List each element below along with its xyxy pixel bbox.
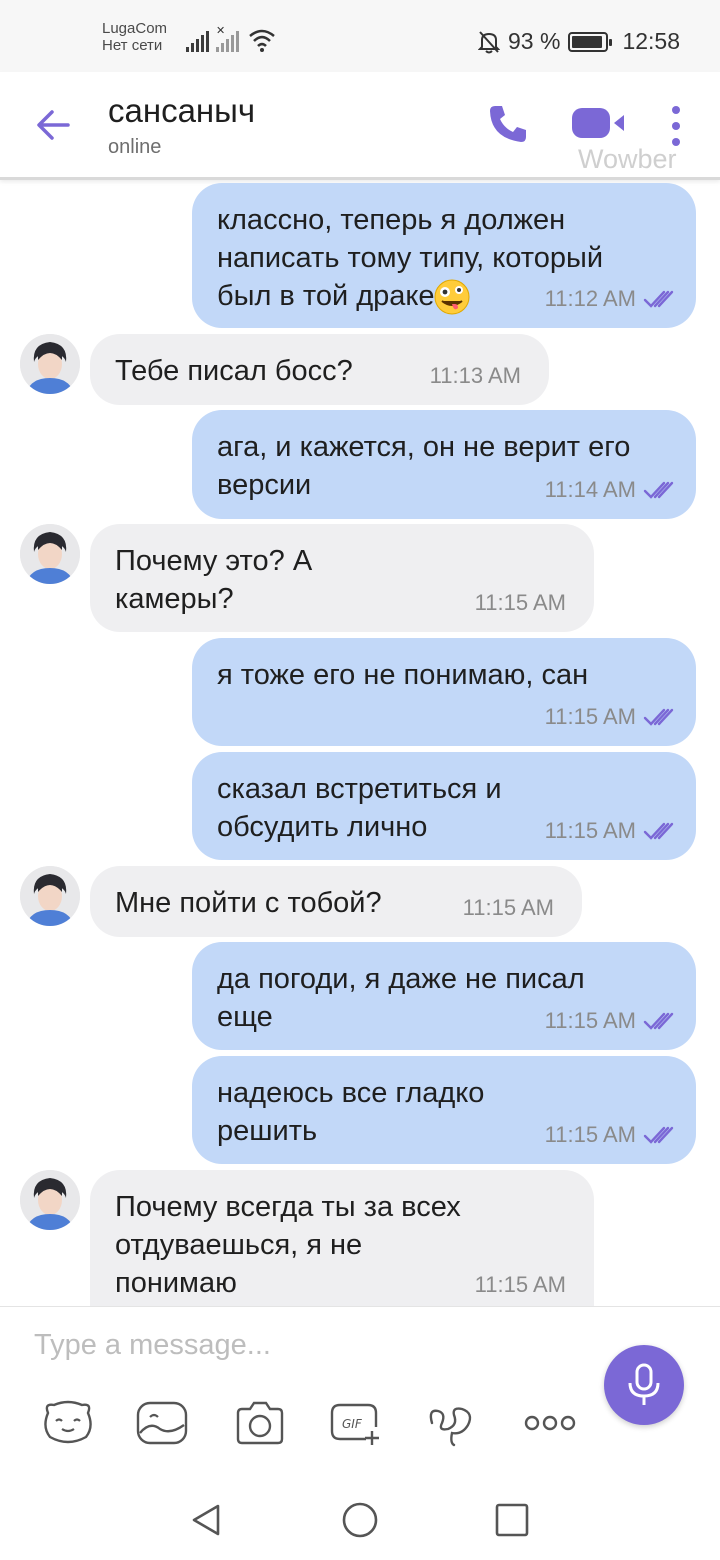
gallery-icon[interactable] <box>134 1399 190 1447</box>
read-check-icon <box>643 822 674 840</box>
message-meta: 11:13 AM <box>430 357 521 395</box>
avatar[interactable] <box>20 334 80 394</box>
read-check-icon <box>643 290 674 308</box>
message-input[interactable]: Type a message... <box>34 1329 271 1362</box>
microphone-icon <box>628 1363 660 1405</box>
outgoing-message[interactable]: сказал встретиться и обсудить лично 11:1… <box>192 752 696 860</box>
gif-icon[interactable]: GIF <box>328 1399 384 1447</box>
outgoing-message[interactable]: классно, теперь я должен написать тому т… <box>192 183 696 328</box>
contact-avatar-icon <box>20 1170 80 1230</box>
message-time: 11:15 AM <box>474 1272 566 1297</box>
outgoing-message[interactable]: надеюсь все гладко решить 11:15 AM <box>192 1056 696 1164</box>
message-composer: Type a message... GIF <box>0 1306 720 1480</box>
watermark: Wowber <box>578 144 677 174</box>
status-bar: LugaCom Нет сети ✕ 93 % 12:58 <box>0 0 720 72</box>
avatar[interactable] <box>20 1170 80 1230</box>
contact-avatar-icon <box>20 334 80 394</box>
battery-icon <box>568 31 613 52</box>
read-check-icon <box>643 481 674 499</box>
contact-name[interactable]: сансаныч <box>108 92 255 130</box>
wifi-icon <box>249 29 275 52</box>
contact-avatar-icon <box>20 866 80 926</box>
sticker-icon[interactable] <box>40 1399 96 1447</box>
contact-status: online <box>108 136 162 158</box>
status-right: 93 % 12:58 <box>478 28 680 55</box>
message-meta: 11:14 AM <box>545 471 676 509</box>
message-text: Почему всегда ты за всех отдуваешься, я … <box>115 1191 461 1299</box>
outgoing-message[interactable]: я тоже его не понимаю, сан 11:15 AM <box>192 638 696 746</box>
message-time: 11:15 AM <box>462 895 554 920</box>
read-check-icon <box>643 1126 674 1144</box>
message-time: 11:15 AM <box>544 1122 636 1147</box>
camera-icon[interactable] <box>232 1399 288 1447</box>
incoming-message[interactable]: Почему всегда ты за всех отдуваешься, я … <box>90 1170 594 1306</box>
clock: 12:58 <box>622 28 680 54</box>
message-meta: 11:15 AM <box>545 1116 676 1154</box>
incoming-message[interactable]: Мне пойти с тобой? 11:15 AM <box>90 866 582 937</box>
message-text: сказал встретиться и обсудить лично <box>217 773 502 843</box>
chat-header: сансаныч online Wowber <box>0 72 720 180</box>
avatar[interactable] <box>20 866 80 926</box>
zany-face-emoji-icon <box>434 279 470 315</box>
incoming-message[interactable]: Тебе писал босс? 11:13 AM <box>90 334 549 405</box>
message-time: 11:15 AM <box>544 1008 636 1033</box>
voice-message-button[interactable] <box>604 1345 684 1425</box>
message-time: 11:12 AM <box>544 286 636 311</box>
incoming-message[interactable]: Почему это? А камеры? 11:15 AM <box>90 524 594 632</box>
outgoing-message[interactable]: ага, и кажется, он не верит его версии 1… <box>192 410 696 519</box>
message-time: 11:15 AM <box>544 818 636 843</box>
more-options-icon[interactable] <box>522 1399 578 1447</box>
message-time: 11:13 AM <box>429 363 521 388</box>
video-call-icon[interactable] <box>570 104 628 142</box>
message-meta: 11:15 AM <box>475 584 566 622</box>
carrier-name: LugaCom <box>102 20 168 37</box>
message-time: 11:15 AM <box>544 704 636 729</box>
read-check-icon <box>643 708 674 726</box>
nav-back-icon[interactable] <box>186 1500 226 1540</box>
battery-percent: 93 % <box>508 28 561 54</box>
message-meta: 11:12 AM <box>545 280 676 318</box>
message-text: надеюсь все гладко решить <box>217 1077 485 1147</box>
network-status: Нет сети <box>102 37 163 55</box>
svg-text:GIF: GIF <box>342 1417 363 1431</box>
phone-call-icon[interactable] <box>486 102 530 146</box>
contact-avatar-icon <box>20 524 80 584</box>
mute-bell-icon <box>478 30 500 53</box>
avatar[interactable] <box>20 524 80 584</box>
carrier-info: LugaCom Нет сети <box>102 20 167 55</box>
system-nav-bar <box>0 1480 720 1560</box>
nav-recents-icon[interactable] <box>492 1500 532 1540</box>
message-time: 11:14 AM <box>544 477 636 502</box>
message-meta: 11:15 AM <box>545 1002 676 1040</box>
message-meta: 11:15 AM <box>463 889 554 927</box>
outgoing-message[interactable]: да погоди, я даже не писал еще 11:15 AM <box>192 942 696 1050</box>
message-meta: 11:15 AM <box>545 698 676 736</box>
message-time: 11:15 AM <box>474 590 566 615</box>
nav-home-icon[interactable] <box>340 1500 380 1540</box>
read-check-icon <box>643 1012 674 1030</box>
back-arrow-icon[interactable] <box>30 102 76 148</box>
message-meta: 11:15 AM <box>545 812 676 850</box>
doodle-icon[interactable] <box>424 1399 480 1447</box>
signal-icon: ✕ <box>186 25 276 52</box>
message-text: я тоже его не понимаю, сан <box>217 659 589 691</box>
message-text: Почему это? А камеры? <box>115 545 313 615</box>
more-vertical-icon[interactable] <box>664 102 688 150</box>
message-meta: 11:15 AM <box>475 1266 566 1304</box>
